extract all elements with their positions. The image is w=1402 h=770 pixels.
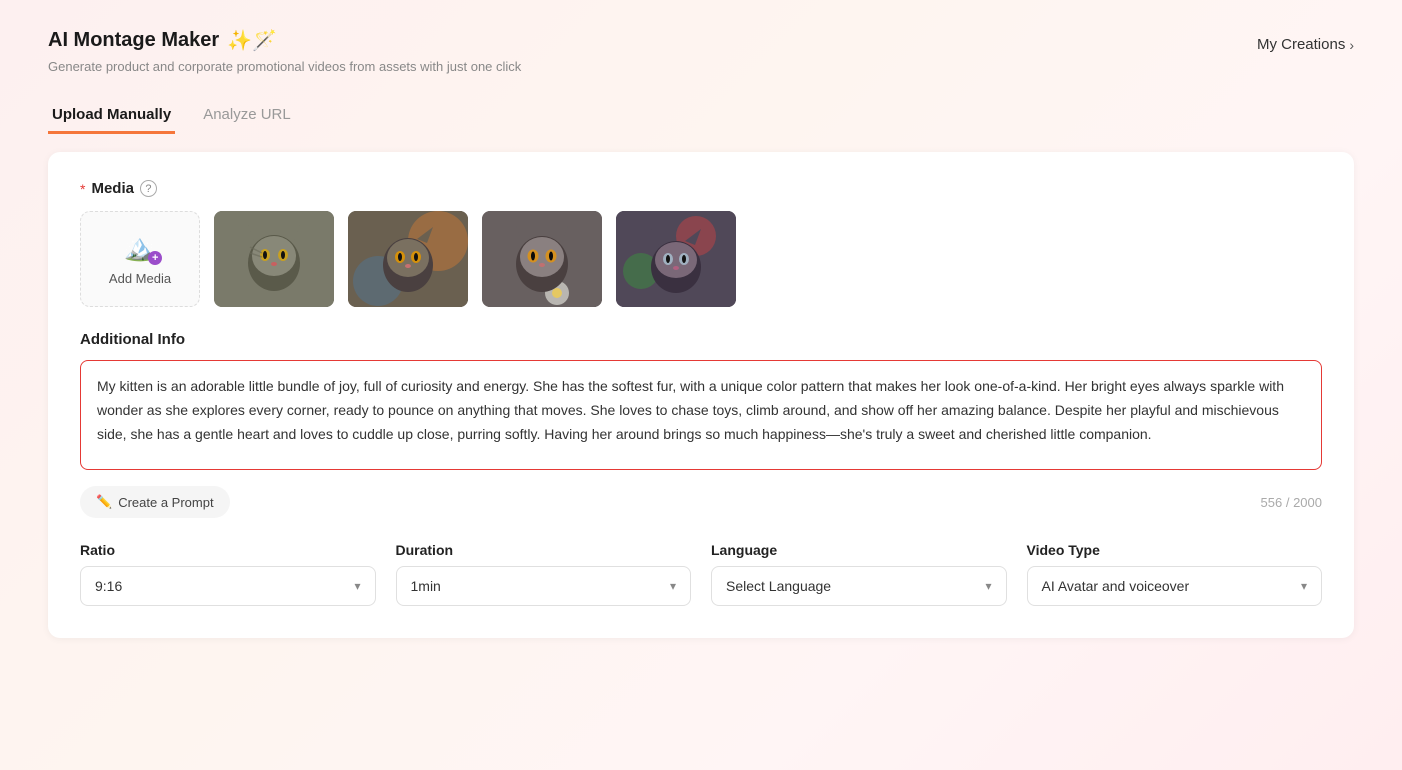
header-left: AI Montage Maker ✨🪄 Generate product and…: [48, 28, 521, 74]
my-creations-label: My Creations: [1257, 36, 1345, 53]
ratio-setting: Ratio 9:16 ▾: [80, 542, 376, 606]
main-card: * Media ? 🏔️ + Add Media: [48, 152, 1354, 638]
media-image-4[interactable]: [616, 211, 736, 307]
video-type-setting: Video Type AI Avatar and voiceover ▾: [1027, 542, 1323, 606]
chevron-down-icon: ▾: [354, 579, 360, 593]
app-title: AI Montage Maker: [48, 29, 219, 52]
char-count: 556 / 2000: [1261, 495, 1322, 510]
duration-setting: Duration 1min ▾: [396, 542, 692, 606]
prompt-row: ✏️ Create a Prompt 556 / 2000: [80, 486, 1322, 518]
textarea-content[interactable]: My kitten is an adorable little bundle o…: [97, 375, 1305, 446]
media-image-1[interactable]: [214, 211, 334, 307]
chevron-down-icon-3: ▾: [985, 579, 991, 593]
chevron-right-icon: ›: [1349, 37, 1354, 53]
language-setting: Language Select Language ▾: [711, 542, 1007, 606]
ratio-label: Ratio: [80, 542, 376, 558]
add-media-label: Add Media: [109, 271, 171, 286]
video-type-select[interactable]: AI Avatar and voiceover ▾: [1027, 566, 1323, 606]
chevron-down-icon-2: ▾: [670, 579, 676, 593]
create-prompt-label: Create a Prompt: [118, 495, 213, 510]
chevron-down-icon-4: ▾: [1301, 579, 1307, 593]
media-image-3[interactable]: [482, 211, 602, 307]
media-label: Media: [91, 180, 134, 197]
duration-label: Duration: [396, 542, 692, 558]
media-image-2[interactable]: [348, 211, 468, 307]
video-type-value: AI Avatar and voiceover: [1042, 578, 1190, 594]
additional-info-label: Additional Info: [80, 331, 1322, 348]
ratio-value: 9:16: [95, 578, 122, 594]
add-media-icon-wrap: 🏔️ +: [124, 232, 156, 263]
my-creations-link[interactable]: My Creations ›: [1257, 36, 1354, 53]
pencil-icon: ✏️: [96, 494, 112, 510]
duration-select[interactable]: 1min ▾: [396, 566, 692, 606]
video-type-label: Video Type: [1027, 542, 1323, 558]
language-placeholder: Select Language: [726, 578, 831, 594]
app-subtitle: Generate product and corporate promotion…: [48, 59, 521, 74]
tab-analyze-url[interactable]: Analyze URL: [199, 98, 295, 134]
wand-icon: ✨🪄: [227, 28, 277, 53]
app-header: AI Montage Maker ✨🪄 Generate product and…: [0, 0, 1402, 74]
additional-info-textarea[interactable]: My kitten is an adorable little bundle o…: [80, 360, 1322, 470]
tabs-bar: Upload Manually Analyze URL: [0, 74, 1402, 134]
required-star: *: [80, 181, 85, 197]
plus-badge-icon: +: [148, 251, 162, 265]
help-icon[interactable]: ?: [140, 180, 157, 197]
tab-upload-manually[interactable]: Upload Manually: [48, 98, 175, 134]
create-prompt-button[interactable]: ✏️ Create a Prompt: [80, 486, 230, 518]
add-media-button[interactable]: 🏔️ + Add Media: [80, 211, 200, 307]
media-label-row: * Media ?: [80, 180, 1322, 197]
language-select[interactable]: Select Language ▾: [711, 566, 1007, 606]
language-label: Language: [711, 542, 1007, 558]
settings-row: Ratio 9:16 ▾ Duration 1min ▾ Language Se…: [80, 542, 1322, 606]
duration-value: 1min: [411, 578, 441, 594]
media-row: 🏔️ + Add Media: [80, 211, 1322, 307]
ratio-select[interactable]: 9:16 ▾: [80, 566, 376, 606]
title-row: AI Montage Maker ✨🪄: [48, 28, 521, 53]
